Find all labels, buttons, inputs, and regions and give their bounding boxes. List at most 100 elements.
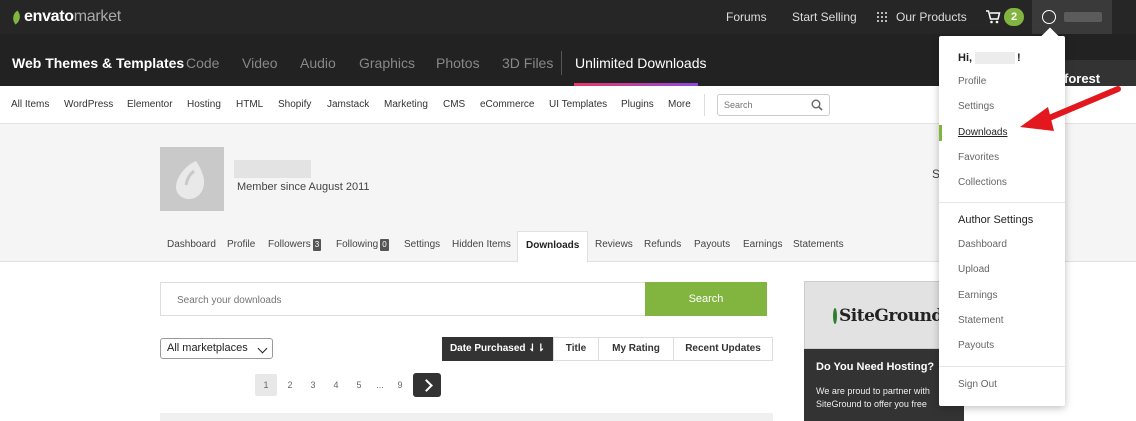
envato-leaf-icon <box>9 9 24 25</box>
category-3d-files[interactable]: 3D Files <box>502 34 553 86</box>
start-selling-link[interactable]: Start Selling <box>792 0 857 34</box>
subnav-search <box>717 94 830 116</box>
sort-title[interactable]: Title <box>553 337 599 361</box>
page-1[interactable]: 1 <box>255 374 277 396</box>
marketplace-select[interactable]: All marketplaces <box>160 338 273 359</box>
menu-author-dashboard[interactable]: Dashboard <box>958 239 1007 250</box>
menu-author-settings-heading: Author Settings <box>958 214 1034 226</box>
tab-statements[interactable]: Statements <box>793 231 844 262</box>
sort-recent-updates[interactable]: Recent Updates <box>673 337 773 361</box>
category-photos[interactable]: Photos <box>436 34 480 86</box>
tab-earnings[interactable]: Earnings <box>743 231 782 262</box>
logo-envato-text: envato <box>24 8 74 25</box>
our-products-link[interactable]: Our Products <box>896 0 967 34</box>
next-page-button[interactable] <box>413 373 441 397</box>
followers-count: 3 <box>312 239 322 251</box>
ad-text: We are proud to partner with SiteGround … <box>816 386 930 409</box>
subnav-plugins[interactable]: Plugins <box>621 86 654 124</box>
user-menu-greeting: Hi, <box>958 52 973 64</box>
tab-refunds[interactable]: Refunds <box>644 231 681 262</box>
page-5[interactable]: 5 <box>348 374 370 396</box>
cart-icon[interactable] <box>985 9 1001 25</box>
downloads-search-input[interactable] <box>177 293 577 307</box>
username-redacted-header <box>234 160 311 178</box>
category-audio[interactable]: Audio <box>300 34 336 86</box>
menu-divider <box>939 202 1065 203</box>
tab-dashboard[interactable]: Dashboard <box>167 231 216 262</box>
downloads-search <box>160 282 645 316</box>
subnav-divider <box>704 94 705 116</box>
subnav-cms[interactable]: CMS <box>443 86 465 124</box>
annotation-arrow-icon <box>1020 86 1121 131</box>
forums-link[interactable]: Forums <box>726 0 767 34</box>
tab-following-label: Following <box>336 239 379 250</box>
chevron-down-icon <box>257 343 268 354</box>
category-video[interactable]: Video <box>242 34 278 86</box>
page-2[interactable]: 2 <box>279 374 301 396</box>
tab-following[interactable]: Following 0 <box>336 231 389 262</box>
user-menu-greeting-end: ! <box>1017 52 1021 64</box>
subnav-wordpress[interactable]: WordPress <box>64 86 113 124</box>
following-count: 0 <box>380 239 389 251</box>
ad-title: Do You Need Hosting? <box>816 361 935 373</box>
tab-hidden-items[interactable]: Hidden Items <box>452 231 511 262</box>
subnav-ecommerce[interactable]: eCommerce <box>480 86 534 124</box>
menu-collections[interactable]: Collections <box>958 177 1007 188</box>
category-unlimited-downloads[interactable]: Unlimited Downloads <box>575 34 707 86</box>
envato-market-logo[interactable]: envato market <box>9 8 121 26</box>
menu-active-indicator <box>939 125 942 141</box>
tab-settings[interactable]: Settings <box>404 231 440 262</box>
downloads-search-button[interactable]: Search <box>645 282 767 316</box>
subnav-more[interactable]: More <box>668 86 691 124</box>
user-account-button[interactable] <box>1032 0 1112 34</box>
tab-followers[interactable]: Followers 3 <box>268 231 322 262</box>
menu-downloads[interactable]: Downloads <box>958 127 1007 138</box>
page-ellipsis: ... <box>376 380 384 390</box>
menu-sign-out[interactable]: Sign Out <box>958 379 997 390</box>
subnav-ui-templates[interactable]: UI Templates <box>549 86 607 124</box>
menu-settings[interactable]: Settings <box>958 101 994 112</box>
user-icon <box>1042 10 1056 24</box>
subnav-hosting[interactable]: Hosting <box>187 86 221 124</box>
siteground-mark-icon <box>833 308 837 324</box>
cart-count-badge: 2 <box>1004 8 1024 26</box>
envato-placeholder-icon <box>176 161 205 199</box>
subnav-all-items[interactable]: All Items <box>11 86 49 124</box>
subnav-shopify[interactable]: Shopify <box>278 86 311 124</box>
category-graphics[interactable]: Graphics <box>359 34 415 86</box>
username-redacted <box>1064 12 1102 22</box>
subnav-jamstack[interactable]: Jamstack <box>327 86 369 124</box>
menu-author-earnings[interactable]: Earnings <box>958 290 997 301</box>
siteground-logo: SiteGround <box>833 302 943 330</box>
avatar <box>160 147 224 211</box>
logo-market-text: market <box>73 8 121 25</box>
subnav-search-input[interactable] <box>724 98 810 112</box>
search-icon[interactable] <box>811 99 823 111</box>
category-code[interactable]: Code <box>186 34 219 86</box>
tab-payouts[interactable]: Payouts <box>694 231 730 262</box>
page-3[interactable]: 3 <box>302 374 324 396</box>
menu-author-upload[interactable]: Upload <box>958 264 990 275</box>
tab-downloads[interactable]: Downloads <box>517 231 589 263</box>
downloads-list-top <box>160 413 773 421</box>
page-4[interactable]: 4 <box>325 374 347 396</box>
marketplace-select-value: All marketplaces <box>167 342 248 354</box>
menu-divider-2 <box>939 366 1065 367</box>
menu-profile[interactable]: Profile <box>958 76 986 87</box>
tab-profile[interactable]: Profile <box>227 231 255 262</box>
page-9[interactable]: 9 <box>389 374 411 396</box>
tab-reviews[interactable]: Reviews <box>595 231 633 262</box>
sort-date-purchased[interactable]: Date Purchased ⇃⇂ <box>442 337 553 361</box>
sort-my-rating[interactable]: My Rating <box>598 337 674 361</box>
menu-author-payouts[interactable]: Payouts <box>958 340 994 351</box>
menu-favorites[interactable]: Favorites <box>958 152 999 163</box>
category-web-themes[interactable]: Web Themes & Templates <box>12 34 184 86</box>
subnav-marketing[interactable]: Marketing <box>384 86 428 124</box>
subnav-elementor[interactable]: Elementor <box>127 86 173 124</box>
menu-author-statement[interactable]: Statement <box>958 315 1004 326</box>
grid-icon <box>877 12 887 22</box>
top-bar: envato market Forums Start Selling Our P… <box>0 0 1136 34</box>
member-since: Member since August 2011 <box>237 181 370 193</box>
siteground-brand: SiteGround <box>839 306 943 326</box>
subnav-html[interactable]: HTML <box>236 86 263 124</box>
